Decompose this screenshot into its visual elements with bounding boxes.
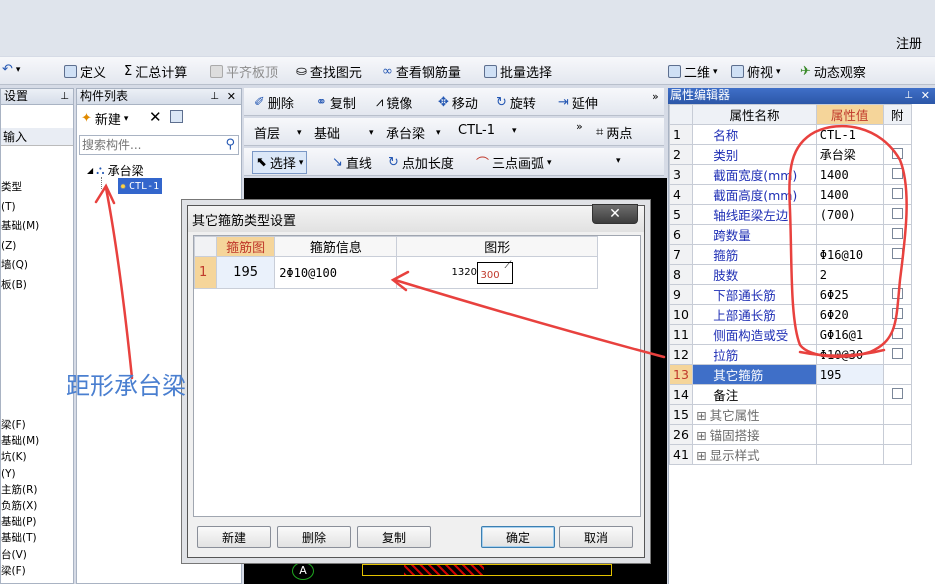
annotation-layer [94, 124, 908, 380]
arrow-to-tree [104, 186, 134, 380]
annotation-label: 距形承台梁 [66, 372, 186, 400]
arrow-to-table [393, 278, 666, 359]
arrow-head-tree [94, 183, 116, 205]
highlight-circle [788, 124, 908, 358]
